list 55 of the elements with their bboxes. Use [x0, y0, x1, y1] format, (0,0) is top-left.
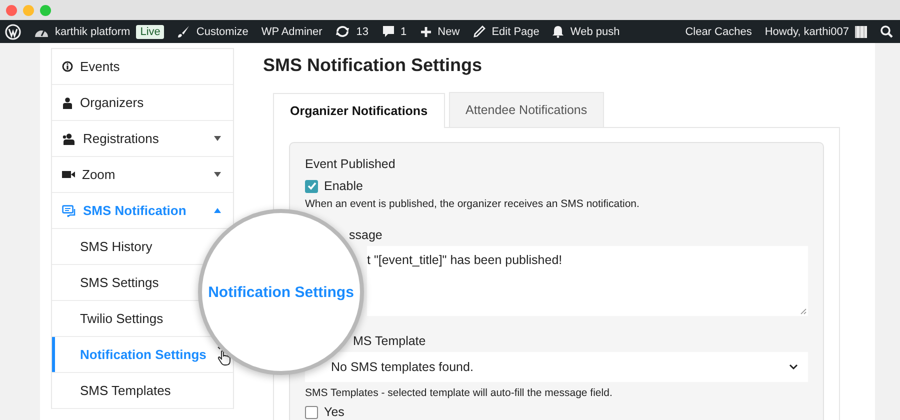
sidebar-subitem[interactable]: SMS Templates: [80, 383, 171, 398]
checkbox-label: Yes: [324, 405, 344, 419]
comment-icon: [382, 25, 395, 38]
info-icon: [62, 61, 73, 72]
caret-down-icon[interactable]: [214, 136, 221, 141]
sidebar-item[interactable]: Zoom: [82, 167, 116, 182]
toolbar-link[interactable]: Edit Page: [492, 26, 540, 38]
pencil-icon: [472, 25, 486, 38]
sidebar-item[interactable]: Registrations: [83, 131, 159, 146]
help-text: SMS Templates - selected template will auto-fill the message field.: [305, 387, 614, 399]
plus-icon: [420, 26, 432, 38]
tab[interactable]: Attendee Notifications: [448, 92, 604, 127]
toolbar-link[interactable]: WP Adminer: [261, 26, 322, 38]
field-label: ssage: [349, 228, 384, 242]
resize-grip-icon[interactable]: [800, 308, 807, 315]
magnified-label: Notification Settings: [208, 284, 354, 300]
checkbox-label: Enable: [324, 179, 363, 193]
hand-cursor-icon: [217, 344, 232, 366]
person-icon: [62, 96, 73, 108]
checkbox[interactable]: [305, 180, 318, 192]
account-link[interactable]: Howdy, karthi007: [764, 26, 849, 38]
page-title: SMS Notification Settings: [263, 55, 484, 76]
sidebar-subitem[interactable]: SMS History: [80, 239, 152, 254]
brush-icon: [177, 25, 190, 38]
toolbar-link[interactable]: Customize: [196, 26, 248, 38]
bell-icon: [552, 25, 564, 38]
sidebar-item[interactable]: Organizers: [80, 95, 144, 110]
toolbar-link[interactable]: Clear Caches: [685, 26, 752, 38]
avatar-icon[interactable]: [855, 26, 867, 38]
toolbar-link[interactable]: New: [438, 26, 460, 38]
sidebar-subitem[interactable]: SMS Settings: [80, 275, 159, 290]
toolbar-link[interactable]: 1: [400, 26, 407, 38]
template-select[interactable]: No SMS templates found.: [305, 352, 808, 382]
checkbox[interactable]: [305, 406, 318, 418]
caret-down-icon[interactable]: [214, 172, 221, 177]
help-text: When an event is published, the organizer receives an SMS notification.: [305, 198, 640, 210]
sidebar-subitem[interactable]: Twilio Settings: [80, 311, 164, 326]
video-camera-icon: [62, 170, 75, 179]
chat-icon: [62, 204, 76, 216]
sidebar-item[interactable]: Events: [80, 59, 120, 74]
wordpress-logo-icon[interactable]: [5, 24, 21, 40]
field-label: MS Template: [353, 334, 427, 348]
caret-up-icon[interactable]: [214, 208, 221, 213]
site-name-link[interactable]: karthik platform: [55, 26, 130, 38]
toolbar-link[interactable]: 13: [356, 26, 369, 38]
message-field[interactable]: t "[event_title]" has been published!: [367, 246, 808, 316]
chevron-down-icon: [789, 364, 798, 370]
live-badge: Live: [136, 24, 164, 38]
window-control[interactable]: [6, 4, 17, 16]
refresh-icon: [335, 25, 350, 38]
toolbar-link[interactable]: Web push: [570, 26, 620, 38]
section-heading: Event Published: [305, 157, 396, 171]
tab[interactable]: Organizer Notifications: [273, 93, 445, 128]
search-icon[interactable]: [880, 25, 893, 38]
people-icon: [62, 132, 76, 144]
